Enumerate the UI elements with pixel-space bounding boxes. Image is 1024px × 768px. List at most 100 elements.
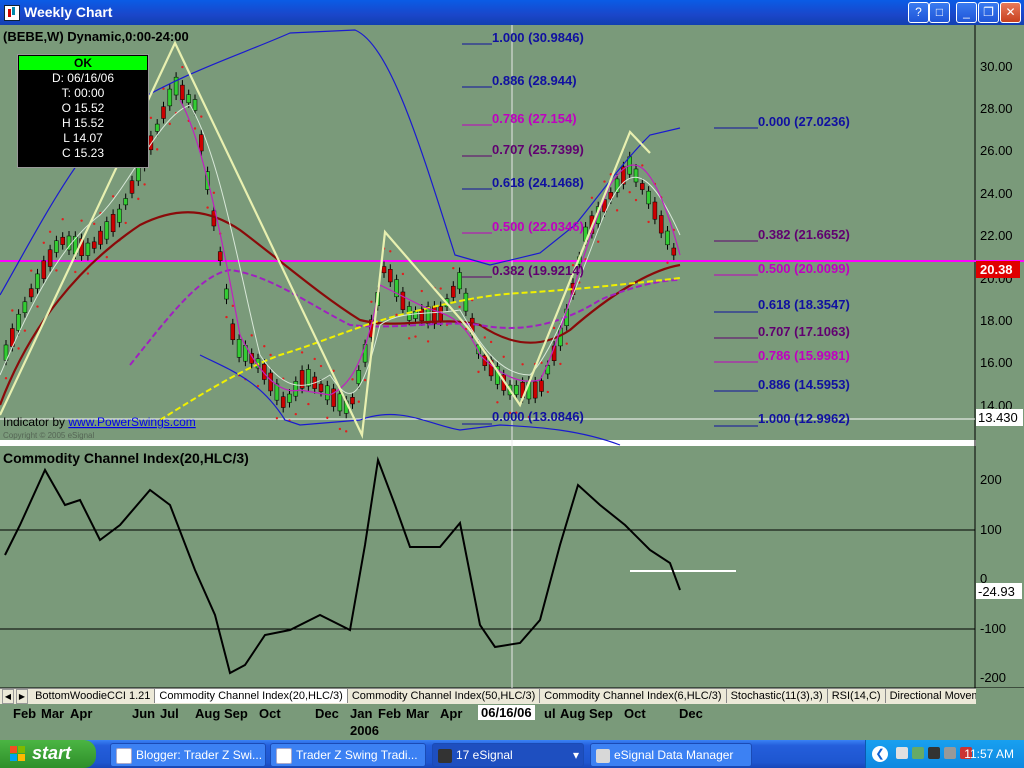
month-label: Aug — [560, 706, 586, 721]
internet-explorer-icon — [116, 747, 132, 764]
tab-scroll-right-icon[interactable]: ▶ — [16, 689, 28, 704]
tray-app-icon[interactable] — [912, 747, 924, 759]
task-blogger[interactable]: Blogger: Trader Z Swi... — [110, 743, 266, 767]
tab-cci-6[interactable]: Commodity Channel Index(6,HLC/3) — [540, 689, 727, 703]
parabolic-sar-dot — [426, 340, 430, 343]
task-trader-z[interactable]: Trader Z Swing Tradi... — [270, 743, 426, 767]
candle-body — [104, 221, 110, 240]
parabolic-sar-dot — [408, 337, 411, 340]
candle-body — [85, 242, 91, 256]
candle-body — [413, 311, 418, 319]
month-label: Mar — [406, 706, 430, 721]
month-label: Sep — [589, 706, 613, 721]
parabolic-sar-dot — [420, 289, 423, 293]
month-label: Mar — [41, 706, 65, 721]
candle-body — [224, 288, 229, 300]
parabolic-sar-dot — [313, 357, 316, 361]
parabolic-sar-dot — [458, 305, 461, 309]
candle-body — [180, 84, 185, 100]
parabolic-sar-dot — [124, 221, 127, 225]
month-label: Aug — [195, 706, 221, 721]
fib-right-0500: 0.500 (20.0099) — [758, 261, 850, 276]
parabolic-sar-dot — [212, 191, 216, 195]
camera-icon[interactable] — [928, 747, 940, 759]
parabolic-sar-dot — [628, 190, 631, 194]
candle-body — [633, 168, 639, 183]
task-esignal-group[interactable]: 17 eSignal ▾ — [432, 743, 584, 767]
status-badge: OK — [19, 56, 147, 70]
parabolic-sar-dot — [181, 65, 184, 69]
fib-left-0786: 0.786 (27.154) — [492, 111, 577, 126]
info-time: T: 00:00 — [61, 86, 105, 100]
parabolic-sar-dot — [156, 148, 159, 151]
parabolic-sar-dot — [263, 345, 266, 348]
month-label: Oct — [624, 706, 646, 721]
start-button[interactable]: start — [0, 740, 96, 768]
candle-body — [98, 230, 103, 245]
close-button[interactable]: ✕ — [1000, 2, 1021, 23]
tab-directional-movement[interactable]: Directional Movement — [886, 689, 976, 703]
candle-body — [268, 372, 273, 392]
month-label: Feb — [13, 706, 37, 721]
candle-body — [665, 230, 670, 246]
printer-icon[interactable] — [944, 747, 956, 759]
panel-divider[interactable] — [0, 440, 976, 446]
parabolic-sar-dot — [641, 164, 644, 167]
minimize-button[interactable]: _ — [956, 2, 977, 23]
parabolic-sar-dot — [489, 340, 493, 344]
parabolic-sar-dot — [477, 370, 480, 374]
parabolic-sar-dot — [590, 196, 594, 199]
parabolic-sar-dot — [603, 180, 606, 183]
candle-body — [400, 291, 406, 310]
candle-body — [148, 135, 154, 151]
copyright-text: Copyright © 2005 eSignal — [3, 431, 95, 440]
parabolic-sar-dot — [250, 334, 253, 337]
month-label: Apr — [70, 706, 93, 721]
candle-body — [652, 201, 658, 220]
clock: 11:57 AM — [964, 747, 1014, 761]
network-icon[interactable] — [896, 747, 908, 759]
parabolic-sar-dot — [193, 127, 197, 130]
candle-body — [199, 134, 204, 152]
restore-chart-button[interactable]: □ — [929, 2, 950, 23]
parabolic-sar-dot — [275, 416, 279, 420]
chart-area[interactable]: 1.000 (30.9846) 0.886 (28.944) 0.786 (27… — [0, 25, 1024, 688]
powerswings-link[interactable]: www.PowerSwings.com — [67, 415, 195, 429]
candle-body — [350, 397, 355, 405]
taskbar: start Blogger: Trader Z Swi... Trader Z … — [0, 740, 1024, 768]
help-button[interactable]: ? — [908, 2, 929, 23]
tab-stochastic[interactable]: Stochastic(11(3),3) — [727, 689, 828, 703]
parabolic-sar-dot — [225, 315, 228, 319]
parabolic-sar-dot — [231, 304, 234, 308]
parabolic-sar-dot — [370, 300, 373, 303]
parabolic-sar-dot — [143, 183, 146, 186]
window-title: Weekly Chart — [24, 4, 113, 20]
parabolic-sar-dot — [615, 209, 619, 212]
month-label: Dec — [315, 706, 339, 721]
parabolic-sar-dot — [357, 400, 360, 403]
price-tick: 26.00 — [980, 143, 1013, 158]
candle-body — [110, 214, 116, 233]
tab-bottom-woodie-cci[interactable]: BottomWoodieCCI 1.21 — [31, 689, 156, 703]
candle-body — [671, 247, 677, 256]
parabolic-sar-dot — [55, 269, 58, 272]
fib-right-0382: 0.382 (21.6652) — [758, 227, 850, 242]
chevron-left-icon[interactable]: ❮ — [872, 746, 888, 762]
candle-body — [47, 249, 53, 267]
candle-body — [129, 180, 135, 194]
month-label: ul — [544, 706, 556, 721]
fib-left-1000: 1.000 (30.9846) — [492, 30, 584, 45]
fib-right-0786: 0.786 (15.9981) — [758, 348, 850, 363]
tab-cci-20[interactable]: Commodity Channel Index(20,HLC/3) — [155, 689, 348, 703]
parabolic-sar-dot — [483, 336, 486, 339]
candle-body — [306, 369, 311, 387]
windows-flag-icon — [10, 746, 25, 761]
tab-rsi[interactable]: RSI(14,C) — [828, 689, 886, 703]
task-esignal-data-manager[interactable]: eSignal Data Manager — [590, 743, 752, 767]
tab-cci-50[interactable]: Commodity Channel Index(50,HLC/3) — [348, 689, 541, 703]
candle-body — [217, 251, 223, 261]
parabolic-sar-dot — [200, 115, 203, 118]
tab-scroll-left-icon[interactable]: ◀ — [2, 689, 14, 704]
maximize-button[interactable]: ❐ — [978, 2, 999, 23]
fib-left-0707: 0.707 (25.7399) — [492, 142, 584, 157]
